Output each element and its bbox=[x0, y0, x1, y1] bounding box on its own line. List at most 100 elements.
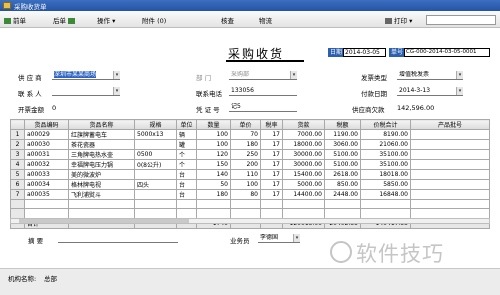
chevron-down-icon[interactable]: ▾ bbox=[456, 71, 463, 79]
table-cell[interactable] bbox=[324, 208, 361, 219]
column-header[interactable]: 税额 bbox=[324, 119, 361, 130]
table-cell[interactable] bbox=[134, 139, 177, 150]
table-cell[interactable]: 35100.00 bbox=[360, 159, 411, 170]
table-cell[interactable]: 14400.00 bbox=[282, 189, 325, 200]
table-cell[interactable] bbox=[24, 208, 69, 219]
column-header[interactable]: 单位 bbox=[176, 119, 197, 130]
table-cell[interactable]: 180 bbox=[196, 189, 231, 200]
table-cell[interactable]: 15400.00 bbox=[282, 169, 325, 180]
chevron-down-icon[interactable]: ▾ bbox=[293, 234, 300, 242]
table-cell[interactable]: 0(8公升) bbox=[134, 159, 177, 170]
contact-select[interactable]: ▾ bbox=[52, 87, 120, 96]
audit-button[interactable]: 核查 bbox=[221, 15, 234, 25]
table-cell[interactable] bbox=[134, 198, 177, 210]
table-cell[interactable]: 110 bbox=[230, 169, 261, 180]
table-cell[interactable] bbox=[176, 208, 197, 219]
table-cell[interactable]: 台 bbox=[176, 179, 197, 190]
table-cell[interactable]: 四头 bbox=[134, 179, 177, 190]
table-cell[interactable]: 美的微波炉 bbox=[68, 169, 135, 180]
table-cell[interactable] bbox=[410, 189, 490, 200]
order-no-field[interactable]: CG-000-2014-03-05-0001 bbox=[404, 48, 490, 57]
table-cell[interactable] bbox=[260, 208, 283, 219]
table-cell[interactable] bbox=[410, 198, 490, 210]
table-cell[interactable]: 2448.00 bbox=[324, 189, 361, 200]
chevron-down-icon[interactable]: ▾ bbox=[456, 87, 463, 95]
table-cell[interactable] bbox=[68, 208, 135, 219]
next-button[interactable]: 后单 bbox=[53, 15, 77, 25]
clerk-select[interactable]: 李德国 ▾ bbox=[258, 234, 300, 243]
table-row[interactable]: 6 a00034 格林牌电视 四头台 50 100 17 5000.00 850.00 5850.… bbox=[10, 179, 490, 190]
table-cell[interactable] bbox=[282, 198, 325, 210]
table-cell[interactable] bbox=[196, 208, 231, 219]
table-cell[interactable] bbox=[260, 198, 283, 210]
table-cell[interactable] bbox=[410, 159, 490, 170]
chevron-down-icon[interactable]: ▾ bbox=[113, 71, 120, 79]
table-cell[interactable] bbox=[230, 198, 261, 210]
table-cell[interactable]: 18018.00 bbox=[360, 169, 411, 180]
table-cell[interactable]: 幸福牌电压力锅 bbox=[68, 159, 135, 170]
table-cell[interactable]: 个 bbox=[176, 159, 197, 170]
voucher-field[interactable]: 记5 bbox=[229, 103, 297, 112]
table-cell[interactable]: 150 bbox=[196, 159, 231, 170]
table-cell[interactable] bbox=[134, 208, 177, 219]
invoice-type-select[interactable]: 增值税发票 ▾ bbox=[397, 71, 463, 80]
table-cell[interactable]: a00029 bbox=[24, 129, 69, 140]
table-row[interactable] bbox=[10, 208, 490, 219]
column-header[interactable]: 价税合计 bbox=[360, 119, 411, 130]
remark-field[interactable] bbox=[58, 234, 178, 243]
table-cell[interactable]: 2618.00 bbox=[324, 169, 361, 180]
table-cell[interactable] bbox=[282, 208, 325, 219]
table-cell[interactable]: 120 bbox=[196, 149, 231, 160]
table-cell[interactable] bbox=[410, 179, 490, 190]
table-cell[interactable]: a00035 bbox=[24, 189, 69, 200]
table-cell[interactable] bbox=[360, 208, 411, 219]
table-row[interactable]: 5 a00033 美的微波炉 台 140 110 17 15400.00 2618.00 1801… bbox=[10, 169, 490, 180]
attachment-button[interactable]: 附件 (0) bbox=[142, 15, 166, 25]
table-cell[interactable]: 30000.00 bbox=[282, 159, 325, 170]
print-button[interactable]: 打印 ▾ bbox=[385, 15, 412, 25]
table-cell[interactable] bbox=[176, 198, 197, 210]
table-cell[interactable]: 35100.00 bbox=[360, 149, 411, 160]
table-cell[interactable] bbox=[324, 198, 361, 210]
table-cell[interactable]: 250 bbox=[230, 149, 261, 160]
table-cell[interactable]: a00033 bbox=[24, 169, 69, 180]
table-cell[interactable]: 罐 bbox=[176, 139, 197, 150]
horizontal-scrollbar[interactable] bbox=[10, 218, 490, 224]
table-cell[interactable] bbox=[134, 169, 177, 180]
table-cell[interactable]: 8190.00 bbox=[360, 129, 411, 140]
table-cell[interactable]: 70 bbox=[230, 129, 261, 140]
table-cell[interactable]: 21060.00 bbox=[360, 139, 411, 150]
table-cell[interactable] bbox=[410, 149, 490, 160]
table-cell[interactable] bbox=[196, 198, 231, 210]
table-cell[interactable]: 17 bbox=[260, 169, 283, 180]
table-cell[interactable]: 7000.00 bbox=[282, 129, 325, 140]
table-cell[interactable]: 850.00 bbox=[324, 179, 361, 190]
column-header[interactable]: 产品批号 bbox=[410, 119, 490, 130]
column-header[interactable]: 单价 bbox=[230, 119, 261, 130]
table-cell[interactable]: 17 bbox=[260, 179, 283, 190]
column-header[interactable]: 货品编码 bbox=[24, 119, 69, 130]
table-cell[interactable]: 0500 bbox=[134, 149, 177, 160]
table-cell[interactable]: 5100.00 bbox=[324, 159, 361, 170]
column-header[interactable]: 货款 bbox=[282, 119, 325, 130]
table-cell[interactable]: 3060.00 bbox=[324, 139, 361, 150]
column-header[interactable]: 货品名称 bbox=[68, 119, 135, 130]
table-cell[interactable] bbox=[230, 208, 261, 219]
table-row[interactable]: 1 a00029 红旗牌蓄电车 5000x13 辆 100 70 17 7000.00 1190.… bbox=[10, 129, 490, 140]
table-cell[interactable]: 50 bbox=[196, 179, 231, 190]
table-cell[interactable]: 140 bbox=[196, 169, 231, 180]
table-cell[interactable]: 红旗牌蓄电车 bbox=[68, 129, 135, 140]
column-header[interactable]: 税率 bbox=[260, 119, 283, 130]
table-cell[interactable]: 180 bbox=[230, 139, 261, 150]
prev-button[interactable]: 前单 bbox=[4, 15, 26, 25]
search-box[interactable] bbox=[426, 15, 496, 25]
table-cell[interactable]: 16848.00 bbox=[360, 189, 411, 200]
table-cell[interactable] bbox=[68, 198, 135, 210]
date-field[interactable]: 2014-03-05 bbox=[343, 48, 386, 57]
table-cell[interactable] bbox=[24, 198, 69, 210]
table-row[interactable]: 2 a00030 茶花瓷器 罐 100 180 17 18000.00 3060.00 21060… bbox=[10, 139, 490, 150]
table-cell[interactable]: 台 bbox=[176, 169, 197, 180]
table-cell[interactable]: 茶花瓷器 bbox=[68, 139, 135, 150]
column-header[interactable]: 规格 bbox=[134, 119, 177, 130]
table-cell[interactable] bbox=[360, 198, 411, 210]
